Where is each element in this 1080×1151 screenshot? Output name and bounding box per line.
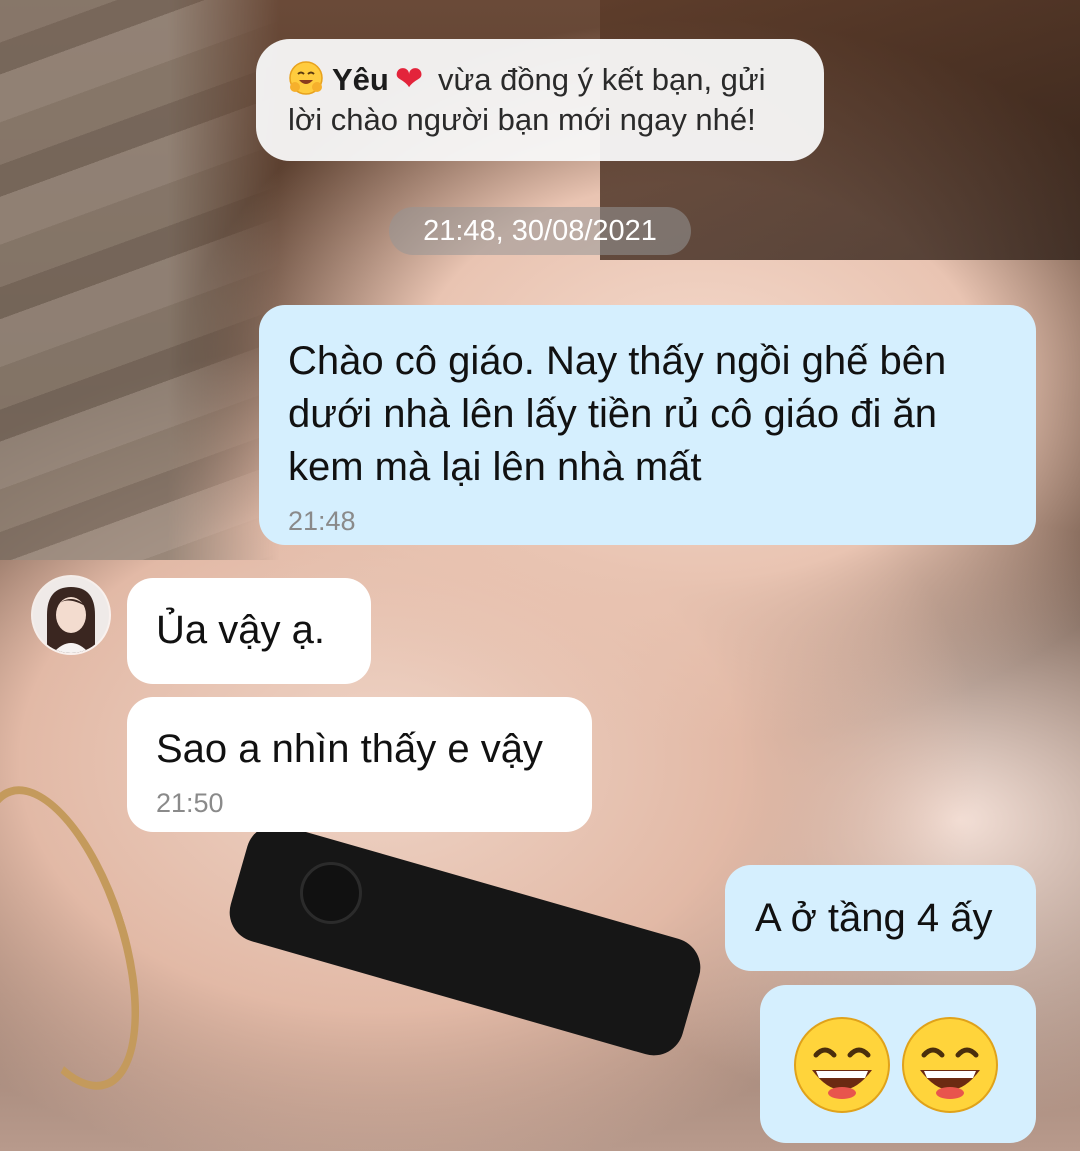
message-text: Ủa vậy ạ. (156, 608, 325, 652)
contact-avatar[interactable] (33, 577, 109, 653)
heart-icon: ❤ (394, 60, 424, 98)
message-text: Chào cô giáo. Nay thấy ngồi ghế bên dưới… (288, 339, 947, 489)
message-time: 21:48 (288, 506, 356, 536)
grinning-face-icon (902, 1017, 998, 1113)
friend-accepted-notice: Yêu ❤ vừa đồng ý kết bạn, gửi lời chào ng… (256, 39, 824, 161)
background-wood-floor (0, 0, 280, 560)
message-bubble-sent-emoji[interactable] (760, 985, 1036, 1143)
hugging-face-icon (289, 61, 323, 95)
message-time: 21:50 (156, 788, 224, 818)
date-separator: 21:48, 30/08/2021 (389, 207, 691, 255)
avatar-portrait-icon (33, 577, 109, 653)
message-bubble-sent[interactable]: A ở tầng 4 ấy (725, 865, 1036, 971)
background-band-button (300, 862, 362, 924)
message-text: Sao a nhìn thấy e vậy (156, 727, 543, 771)
message-bubble-received[interactable]: Sao a nhìn thấy e vậy 21:50 (127, 697, 592, 832)
message-bubble-sent[interactable]: Chào cô giáo. Nay thấy ngồi ghế bên dưới… (259, 305, 1036, 545)
message-bubble-received[interactable]: Ủa vậy ạ. (127, 578, 371, 684)
contact-name[interactable]: Yêu (332, 62, 389, 97)
grinning-face-icon (794, 1017, 890, 1113)
message-text: A ở tầng 4 ấy (755, 896, 993, 940)
